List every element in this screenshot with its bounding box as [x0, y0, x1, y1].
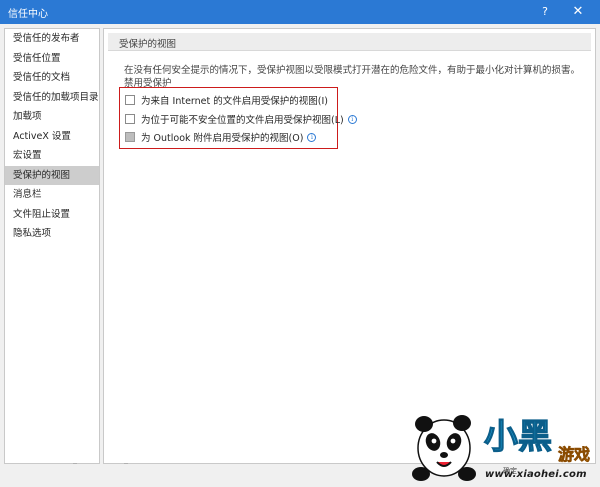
- option-internet-files-label: 为来自 Internet 的文件启用受保护的视图(I): [141, 96, 328, 107]
- watermark-url: www.xiaohei.com: [485, 469, 587, 480]
- option-outlook-attachments-label: 为 Outlook 附件启用受保护的视图(O): [141, 133, 304, 144]
- option-unsafe-locations[interactable]: 为位于可能不安全位置的文件启用受保护视图(L) i: [125, 112, 357, 126]
- description-line-1: 在没有任何安全提示的情况下，受保护视图以受限模式打开潜在的危险文件，有助于最小化…: [124, 65, 581, 89]
- brand-text: 小黑: [484, 417, 552, 457]
- option-unsafe-locations-label: 为位于可能不安全位置的文件启用受保护视图(L): [141, 115, 344, 126]
- panda-mascot-icon: [412, 415, 476, 481]
- sidebar-item-trusted-addin-catalogs[interactable]: 受信任的加载项目录: [5, 88, 99, 108]
- checkbox-unsafe-locations[interactable]: [125, 114, 135, 124]
- info-icon[interactable]: i: [347, 114, 357, 124]
- sidebar-item-message-bar[interactable]: 消息栏: [5, 185, 99, 205]
- help-button[interactable]: ?: [535, 3, 555, 21]
- sidebar-item-trusted-documents[interactable]: 受信任的文档: [5, 68, 99, 88]
- info-icon[interactable]: i: [307, 132, 317, 142]
- sidebar-item-activex-settings[interactable]: ActiveX 设置: [5, 127, 99, 147]
- sidebar-item-trusted-locations[interactable]: 受信任位置: [5, 49, 99, 69]
- option-internet-files[interactable]: 为来自 Internet 的文件启用受保护的视图(I): [125, 93, 328, 107]
- main-panel: 受保护的视图 在没有任何安全提示的情况下，受保护视图以受限模式打开潜在的危险文件…: [103, 28, 596, 464]
- footer-divider-mark: [124, 463, 128, 464]
- sidebar-item-trusted-publishers[interactable]: 受信任的发布者: [5, 29, 99, 49]
- sidebar-item-privacy-options[interactable]: 隐私选项: [5, 224, 99, 244]
- checkbox-outlook-attachments[interactable]: [125, 132, 135, 142]
- sidebar-item-macro-settings[interactable]: 宏设置: [5, 146, 99, 166]
- checkbox-internet-files[interactable]: [125, 95, 135, 105]
- sidebar-nav: 受信任的发布者 受信任位置 受信任的文档 受信任的加载项目录 加载项 Activ…: [4, 28, 100, 464]
- option-outlook-attachments[interactable]: 为 Outlook 附件启用受保护的视图(O) i: [125, 130, 317, 144]
- title-bar: 信任中心 ? ✕: [0, 0, 600, 24]
- window-title: 信任中心: [8, 9, 48, 20]
- close-button[interactable]: ✕: [566, 3, 590, 21]
- section-title: 受保护的视图: [119, 39, 177, 50]
- sidebar-item-protected-view[interactable]: 受保护的视图: [5, 165, 99, 185]
- footer-divider-mark: [73, 463, 77, 464]
- section-header: 受保护的视图: [108, 33, 591, 51]
- brand-subtext: 游戏: [558, 445, 590, 464]
- sidebar-item-addins[interactable]: 加载项: [5, 107, 99, 127]
- sidebar-item-file-block-settings[interactable]: 文件阻止设置: [5, 205, 99, 225]
